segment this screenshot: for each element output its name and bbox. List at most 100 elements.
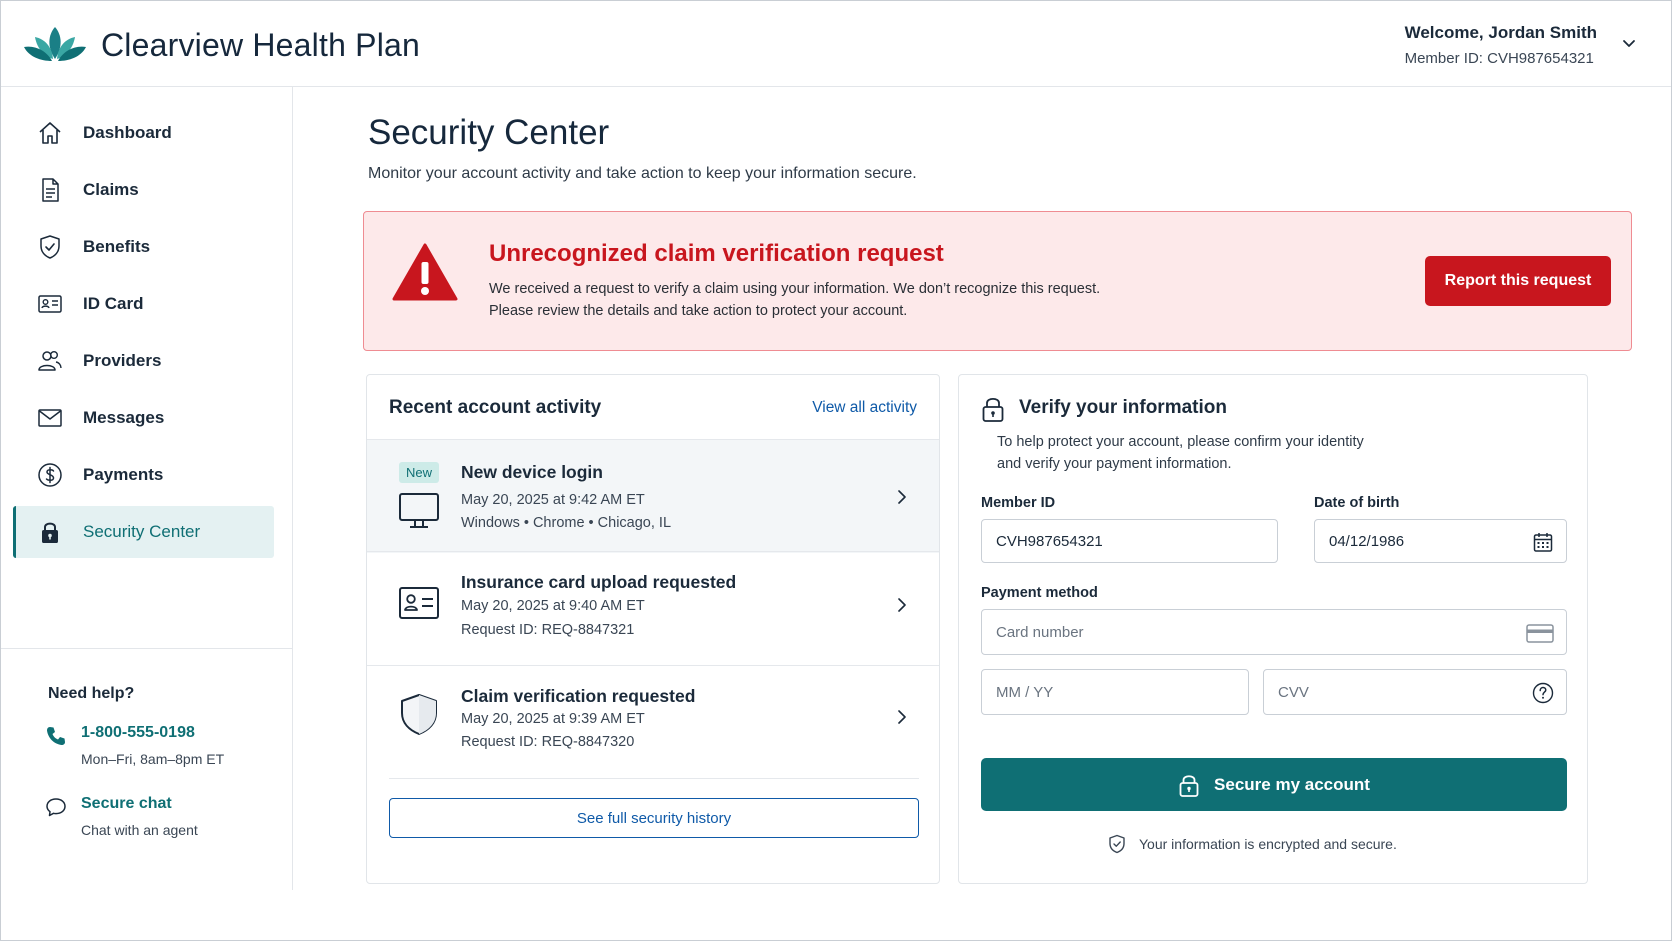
verify-description: To help protect your account, please con… (997, 431, 1417, 475)
help-title: Need help? (48, 685, 135, 702)
activity-divider (389, 778, 919, 779)
lock-icon (982, 397, 1004, 422)
chevron-right-icon (898, 710, 906, 724)
dob-input[interactable] (1329, 532, 1519, 550)
sidebar-item-payments[interactable]: Payments (13, 449, 274, 501)
verify-desc-line-1: To help protect your account, please con… (997, 434, 1364, 450)
chat-bubble-icon (46, 798, 66, 817)
activity-title: Insurance card upload requested (461, 572, 737, 592)
lock-icon (1179, 774, 1199, 797)
lotus-logo-icon (24, 27, 86, 61)
help-phone: 1-800-555-0198 Mon–Fri, 8am–8pm ET (45, 724, 224, 767)
sidebar-item-benefits[interactable]: Benefits (13, 221, 274, 273)
alert-description: We received a request to verify a claim … (489, 278, 1100, 322)
dob-field[interactable] (1314, 519, 1567, 563)
sidebar-item-label: ID Card (83, 294, 144, 313)
sidebar-item-claims[interactable]: Claims (13, 164, 274, 216)
lock-icon (37, 519, 63, 545)
activity-timestamp: May 20, 2025 at 9:40 AM ET (461, 598, 645, 614)
member-id-label: Member ID (981, 495, 1056, 511)
shield-check-icon (37, 234, 63, 260)
new-badge: New (399, 462, 440, 483)
activity-detail: Request ID: REQ-8847321 (461, 622, 635, 638)
member-id-field[interactable] (981, 519, 1278, 563)
sidebar: Dashboard Claims Benefits ID Card Provid… (1, 87, 293, 890)
phone-hours: Mon–Fri, 8am–8pm ET (81, 751, 225, 767)
id-card-icon (37, 291, 63, 317)
member-id-text: Member ID: CVH987654321 (1404, 50, 1594, 67)
view-all-activity-link[interactable]: View all activity (812, 399, 917, 417)
secure-chat-link[interactable]: Secure chat (81, 795, 198, 813)
activity-timestamp: May 20, 2025 at 9:42 AM ET (461, 492, 645, 508)
sidebar-item-label: Dashboard (83, 123, 172, 142)
chevron-right-icon (898, 490, 906, 504)
member-id-input[interactable] (996, 532, 1221, 550)
expiry-input[interactable] (996, 683, 1198, 701)
sidebar-item-label: Security Center (83, 522, 201, 541)
secure-account-button[interactable]: Secure my account (981, 758, 1567, 811)
app-window: Clearview Health Plan Welcome, Jordan Sm… (0, 0, 1672, 941)
credit-card-icon (1526, 624, 1554, 643)
card-number-input[interactable] (996, 623, 1452, 641)
sidebar-item-messages[interactable]: Messages (13, 392, 274, 444)
sidebar-item-label: Payments (83, 465, 164, 484)
activity-title: New device login (461, 462, 603, 482)
chevron-down-icon[interactable] (1621, 35, 1637, 51)
sidebar-item-dashboard[interactable]: Dashboard (13, 107, 274, 159)
activity-card-title: Recent account activity (389, 397, 602, 418)
expiry-field[interactable] (981, 669, 1249, 715)
alert-line-2: Please review the details and take actio… (489, 303, 908, 319)
sidebar-divider (1, 648, 292, 649)
sidebar-item-label: Messages (83, 408, 165, 427)
monitor-icon (399, 493, 439, 528)
activity-title: Claim verification requested (461, 686, 696, 706)
shield-icon (401, 694, 437, 735)
report-request-button[interactable]: Report this request (1425, 256, 1611, 306)
page-title: Security Center (368, 113, 610, 152)
secure-account-label: Secure my account (1214, 774, 1370, 794)
main-content: Security Center Monitor your account act… (293, 87, 1671, 940)
activity-item-card-upload[interactable]: Insurance card upload requested May 20, … (367, 551, 939, 665)
id-card-icon (399, 587, 439, 619)
security-alert-banner: Unrecognized claim verification request … (363, 211, 1632, 351)
card-number-field[interactable] (981, 609, 1567, 655)
help-chat: Secure chat Chat with an agent (45, 795, 198, 838)
help-circle-icon[interactable] (1532, 682, 1554, 704)
top-header: Clearview Health Plan Welcome, Jordan Sm… (1, 1, 1671, 87)
secure-chat-subtext: Chat with an agent (81, 822, 198, 838)
brand-name: Clearview Health Plan (101, 27, 421, 63)
activity-detail: Windows • Chrome • Chicago, IL (461, 515, 672, 531)
warning-triangle-icon (392, 243, 458, 301)
verify-information-card: Verify your information To help protect … (958, 374, 1588, 884)
shield-check-icon (1109, 834, 1125, 854)
sidebar-item-security-center[interactable]: Security Center (13, 506, 274, 558)
verify-card-title: Verify your information (1019, 397, 1227, 418)
activity-item-claim-verification[interactable]: Claim verification requested May 20, 202… (367, 665, 939, 778)
envelope-icon (37, 405, 63, 431)
phone-number-link[interactable]: 1-800-555-0198 (81, 724, 224, 742)
sidebar-item-providers[interactable]: Providers (13, 335, 274, 387)
cvv-input[interactable] (1278, 683, 1509, 701)
phone-icon (47, 727, 65, 745)
home-icon (37, 120, 63, 146)
welcome-text: Welcome, Jordan Smith (1404, 23, 1597, 42)
verify-desc-line-2: and verify your payment information. (997, 456, 1232, 472)
sidebar-item-label: Claims (83, 180, 139, 199)
dob-label: Date of birth (1314, 495, 1400, 511)
chevron-right-icon (898, 598, 906, 612)
activity-item-new-device-login[interactable]: New New device login May 20, 2025 at 9:4… (367, 439, 939, 553)
see-security-history-button[interactable]: See full security history (389, 798, 919, 838)
encryption-note: Your information is encrypted and secure… (1107, 834, 1397, 854)
calendar-icon[interactable] (1532, 531, 1554, 553)
encryption-note-text: Your information is encrypted and secure… (1139, 836, 1397, 852)
activity-detail: Request ID: REQ-8847320 (461, 734, 635, 750)
alert-line-1: We received a request to verify a claim … (489, 281, 1101, 297)
dollar-icon (37, 462, 63, 488)
cvv-field[interactable] (1263, 669, 1567, 715)
activity-timestamp: May 20, 2025 at 9:39 AM ET (461, 711, 645, 727)
alert-title: Unrecognized claim verification request (489, 240, 944, 267)
document-icon (37, 177, 63, 203)
payment-method-label: Payment method (981, 585, 1098, 601)
user-menu[interactable]: Welcome, Jordan Smith Member ID: CVH9876… (1405, 23, 1597, 67)
sidebar-item-id-card[interactable]: ID Card (13, 278, 274, 330)
